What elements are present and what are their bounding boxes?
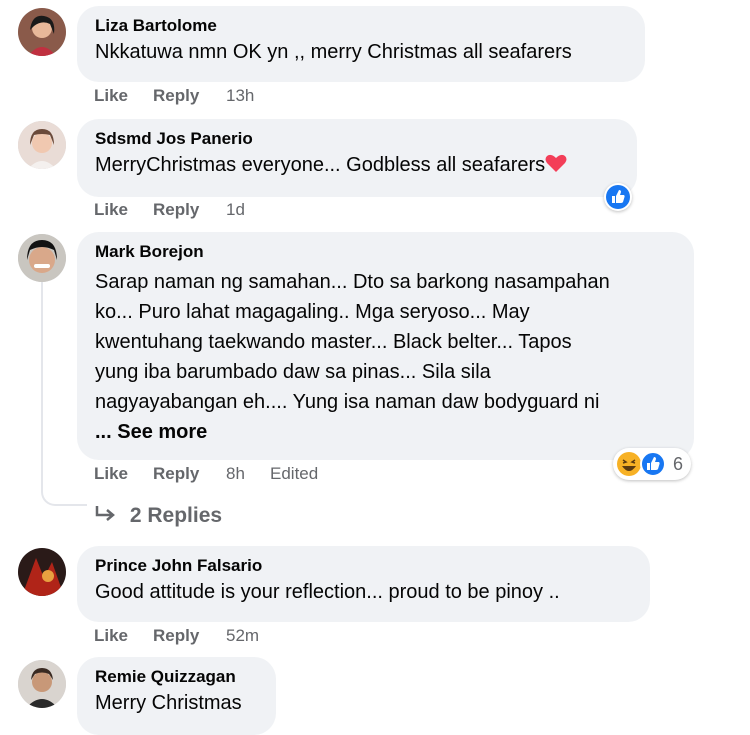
reaction-summary[interactable]: 6 xyxy=(613,448,691,480)
avatar[interactable] xyxy=(18,234,66,282)
comment-text: MerryChristmas everyone... Godbless all … xyxy=(95,150,619,180)
comment-bubble: Remie Quizzagan Merry Christmas xyxy=(77,657,276,735)
heart-emoji-icon xyxy=(545,154,567,172)
reaction-summary[interactable] xyxy=(604,183,632,211)
view-replies-button[interactable]: 2 Replies xyxy=(94,502,222,530)
comment-text: Merry Christmas xyxy=(95,692,242,714)
avatar[interactable] xyxy=(18,660,66,708)
comment-timestamp[interactable]: 13h xyxy=(226,84,254,108)
comment-text-line: nagyayabangan eh.... Yung isa naman daw … xyxy=(95,391,600,413)
replies-count-label: 2 Replies xyxy=(129,504,223,527)
reply-arrow-icon xyxy=(95,506,115,521)
reply-button[interactable]: Reply xyxy=(153,84,199,108)
avatar[interactable] xyxy=(18,548,66,596)
comment-timestamp[interactable]: 8h xyxy=(226,462,245,486)
like-icon xyxy=(606,185,630,209)
comment-author[interactable]: Liza Bartolome xyxy=(95,15,627,37)
comment-text-line: kwentuhang taekwando master... Black bel… xyxy=(95,331,572,353)
like-icon xyxy=(640,451,666,477)
comment-actions: Like Reply 1d xyxy=(94,198,294,222)
like-button[interactable]: Like xyxy=(94,462,128,486)
avatar[interactable] xyxy=(18,8,66,56)
comment-author[interactable]: Prince John Falsario xyxy=(95,555,632,577)
like-button[interactable]: Like xyxy=(94,198,128,222)
like-button[interactable]: Like xyxy=(94,84,128,108)
comment-actions: Like Reply 52m xyxy=(94,624,294,648)
avatar[interactable] xyxy=(18,121,66,169)
edited-label: Edited xyxy=(270,464,319,483)
comment-text-line: ko... Puro lahat magagaling.. Mga seryos… xyxy=(95,301,530,323)
comment-bubble: Liza Bartolome Nkkatuwa nmn OK yn ,, mer… xyxy=(77,6,645,82)
like-button[interactable]: Like xyxy=(94,624,128,648)
reaction-count: 6 xyxy=(673,454,684,474)
comment-bubble: Mark Borejon Sarap naman ng samahan... D… xyxy=(77,232,694,460)
comment-author[interactable]: Mark Borejon xyxy=(95,241,676,263)
comment-author[interactable]: Remie Quizzagan xyxy=(95,666,258,688)
comment-bubble: Prince John Falsario Good attitude is yo… xyxy=(77,546,650,622)
comment-timestamp[interactable]: 52m xyxy=(226,624,259,648)
comment-text: Good attitude is your reflection... prou… xyxy=(95,581,560,603)
comment-actions: Like Reply 8h Edited xyxy=(94,462,354,486)
comment-text-line: yung iba barumbado daw sa pinas... Sila … xyxy=(95,361,491,383)
comment-text: Nkkatuwa nmn OK yn ,, merry Christmas al… xyxy=(95,41,572,63)
reply-button[interactable]: Reply xyxy=(153,624,199,648)
comment-bubble: Sdsmd Jos Panerio MerryChristmas everyon… xyxy=(77,119,637,197)
comment-text-line: Sarap naman ng samahan... Dto sa barkong… xyxy=(95,271,610,293)
comment-author[interactable]: Sdsmd Jos Panerio xyxy=(95,128,619,150)
reply-button[interactable]: Reply xyxy=(153,198,199,222)
comment-actions: Like Reply 13h xyxy=(94,84,294,108)
see-more-link[interactable]: ... See more xyxy=(95,417,676,447)
reply-button[interactable]: Reply xyxy=(153,462,199,486)
comment-timestamp[interactable]: 1d xyxy=(226,198,245,222)
